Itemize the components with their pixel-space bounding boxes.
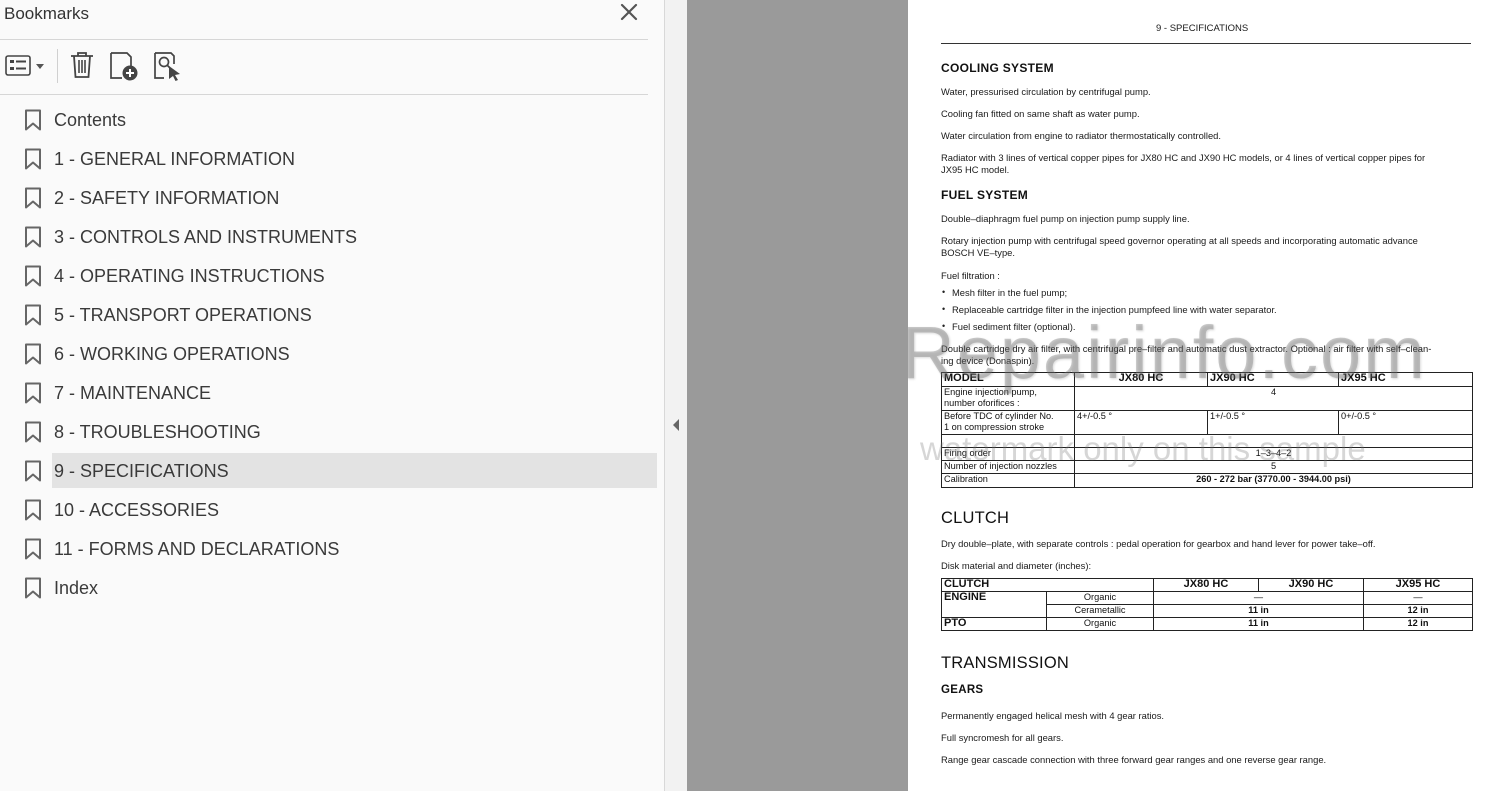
table-cell-text: Before TDC of cylinder No. <box>944 411 1054 421</box>
document-gutter <box>687 0 908 791</box>
bookmark-icon <box>24 109 42 131</box>
table-header: JX95 HC <box>1363 578 1473 592</box>
bookmarks-panel: Bookmarks Contents 1 - GENERAL INFORMATI… <box>0 0 664 791</box>
clutch-line: Dry double–plate, with separate controls… <box>941 538 1376 549</box>
trash-icon[interactable] <box>68 50 96 85</box>
bookmark-item[interactable]: 6 - WORKING OPERATIONS <box>0 336 660 371</box>
bookmark-item[interactable]: 3 - CONTROLS AND INSTRUMENTS <box>0 219 660 254</box>
bookmark-label: 9 - SPECIFICATIONS <box>54 461 229 481</box>
bookmark-item[interactable]: 7 - MAINTENANCE <box>0 375 660 410</box>
bookmarks-title: Bookmarks <box>4 4 90 23</box>
bookmark-icon <box>24 577 42 599</box>
clutch-heading: CLUTCH <box>941 509 1010 527</box>
cooling-line: Water, pressurised circulation by centri… <box>941 86 1151 97</box>
table-cell: 260 - 272 bar (3770.00 - 3944.00 psi) <box>1074 473 1473 488</box>
bookmark-item[interactable]: 11 - FORMS AND DECLARATIONS <box>0 531 660 566</box>
bookmark-icon <box>24 265 42 287</box>
table-cell: 11 in <box>1153 617 1364 631</box>
cooling-line: Radiator with 3 lines of vertical copper… <box>941 152 1426 163</box>
bookmark-icon <box>24 148 42 170</box>
table-cell: Cerametallic <box>1046 604 1154 618</box>
bookmark-label: Contents <box>54 110 127 130</box>
bookmark-label: 3 - CONTROLS AND INSTRUMENTS <box>54 227 358 247</box>
bookmark-item[interactable]: Index <box>0 570 660 605</box>
bookmark-item[interactable]: Contents <box>0 102 660 137</box>
transmission-line: Full syncromesh for all gears. <box>941 732 1064 743</box>
cooling-line: JX95 HC model. <box>941 164 1010 175</box>
bookmark-item[interactable]: 8 - TROUBLESHOOTING <box>0 414 660 449</box>
bookmark-item[interactable]: 2 - SAFETY INFORMATION <box>0 180 660 215</box>
header-rule <box>941 43 1471 44</box>
find-bookmark-icon[interactable] <box>152 50 184 87</box>
cooling-heading: COOLING SYSTEM <box>941 61 1054 75</box>
bookmark-icon <box>24 304 42 326</box>
page-header: 9 - SPECIFICATIONS <box>1156 23 1249 34</box>
bookmark-icon <box>24 538 42 560</box>
bookmarks-toolbar <box>0 40 650 94</box>
table-cell: Organic <box>1046 617 1154 631</box>
fuel-bullet: Mesh filter in the fuel pump; <box>952 287 1068 298</box>
table-cell-text: number oforifices : <box>944 398 1020 408</box>
bookmark-item[interactable]: 9 - SPECIFICATIONS <box>0 453 660 488</box>
toolbar-separator <box>57 49 58 83</box>
collapse-arrow-icon[interactable] <box>670 417 682 438</box>
transmission-heading: TRANSMISSION <box>941 654 1069 672</box>
table-cell: 12 in <box>1363 617 1473 631</box>
table-cell: — <box>1153 591 1364 605</box>
bookmark-label: 4 - OPERATING INSTRUCTIONS <box>54 266 325 286</box>
list-options-icon[interactable] <box>4 54 46 83</box>
table-cell: ENGINE <box>941 591 1047 618</box>
table-header: JX90 HC <box>1258 578 1364 592</box>
bookmark-label: 6 - WORKING OPERATIONS <box>54 344 290 364</box>
table-cell: Organic <box>1046 591 1154 605</box>
bookmark-icon <box>24 226 42 248</box>
bookmark-label: Index <box>54 578 99 598</box>
transmission-line: Permanently engaged helical mesh with 4 … <box>941 710 1165 721</box>
table-cell: — <box>1363 591 1473 605</box>
fuel-line: BOSCH VE–type. <box>941 247 1015 258</box>
cooling-line: Cooling fan fitted on same shaft as wate… <box>941 108 1140 119</box>
bookmark-label: 8 - TROUBLESHOOTING <box>54 422 261 442</box>
bookmark-icon <box>24 460 42 482</box>
bookmark-item[interactable]: 5 - TRANSPORT OPERATIONS <box>0 297 660 332</box>
table-header: JX80 HC <box>1153 578 1259 592</box>
bookmark-item[interactable]: 10 - ACCESSORIES <box>0 492 660 527</box>
bookmark-label: 5 - TRANSPORT OPERATIONS <box>54 305 312 325</box>
watermark: watermark only on this sample <box>920 430 1366 467</box>
table-header: CLUTCH <box>941 578 1154 592</box>
table-cell: 12 in <box>1363 604 1473 618</box>
bookmark-label: 11 - FORMS AND DECLARATIONS <box>54 539 340 559</box>
fuel-filtration-label: Fuel filtration : <box>941 270 1000 281</box>
transmission-line: Range gear cascade connection with three… <box>941 754 1327 765</box>
bookmark-label: 7 - MAINTENANCE <box>54 383 212 403</box>
table-cell: 11 in <box>1153 604 1364 618</box>
bookmark-icon <box>24 499 42 521</box>
clutch-table: CLUTCH JX80 HC JX90 HC JX95 HC ENGINE Or… <box>941 578 1473 631</box>
bookmark-item[interactable]: 4 - OPERATING INSTRUCTIONS <box>0 258 660 293</box>
table-cell: Calibration <box>941 473 1075 488</box>
cooling-line: Water circulation from engine to radiato… <box>941 130 1221 141</box>
document-page[interactable]: 9 - SPECIFICATIONS COOLING SYSTEM Water,… <box>908 0 1504 791</box>
add-bookmark-icon[interactable] <box>108 50 140 87</box>
bookmark-icon <box>24 343 42 365</box>
watermark: eRepairinfo.com <box>908 311 1427 394</box>
fuel-line: Double–diaphragm fuel pump on injection … <box>941 213 1190 224</box>
bookmark-label: 1 - GENERAL INFORMATION <box>54 149 296 169</box>
bookmark-icon <box>24 187 42 209</box>
divider <box>0 94 648 95</box>
table-cell: PTO <box>941 617 1047 631</box>
bookmark-icon <box>24 382 42 404</box>
fuel-heading: FUEL SYSTEM <box>941 188 1029 202</box>
bookmark-label: 10 - ACCESSORIES <box>54 500 220 520</box>
bookmark-item[interactable]: 1 - GENERAL INFORMATION <box>0 141 660 176</box>
close-icon[interactable] <box>616 0 642 26</box>
bookmark-label: 2 - SAFETY INFORMATION <box>54 188 280 208</box>
bookmark-icon <box>24 421 42 443</box>
panel-splitter[interactable] <box>664 0 687 791</box>
gears-subheading: GEARS <box>941 684 984 696</box>
clutch-line: Disk material and diameter (inches): <box>941 560 1092 571</box>
fuel-line: Rotary injection pump with centrifugal s… <box>941 235 1418 246</box>
bullet-icon: • <box>942 287 946 297</box>
